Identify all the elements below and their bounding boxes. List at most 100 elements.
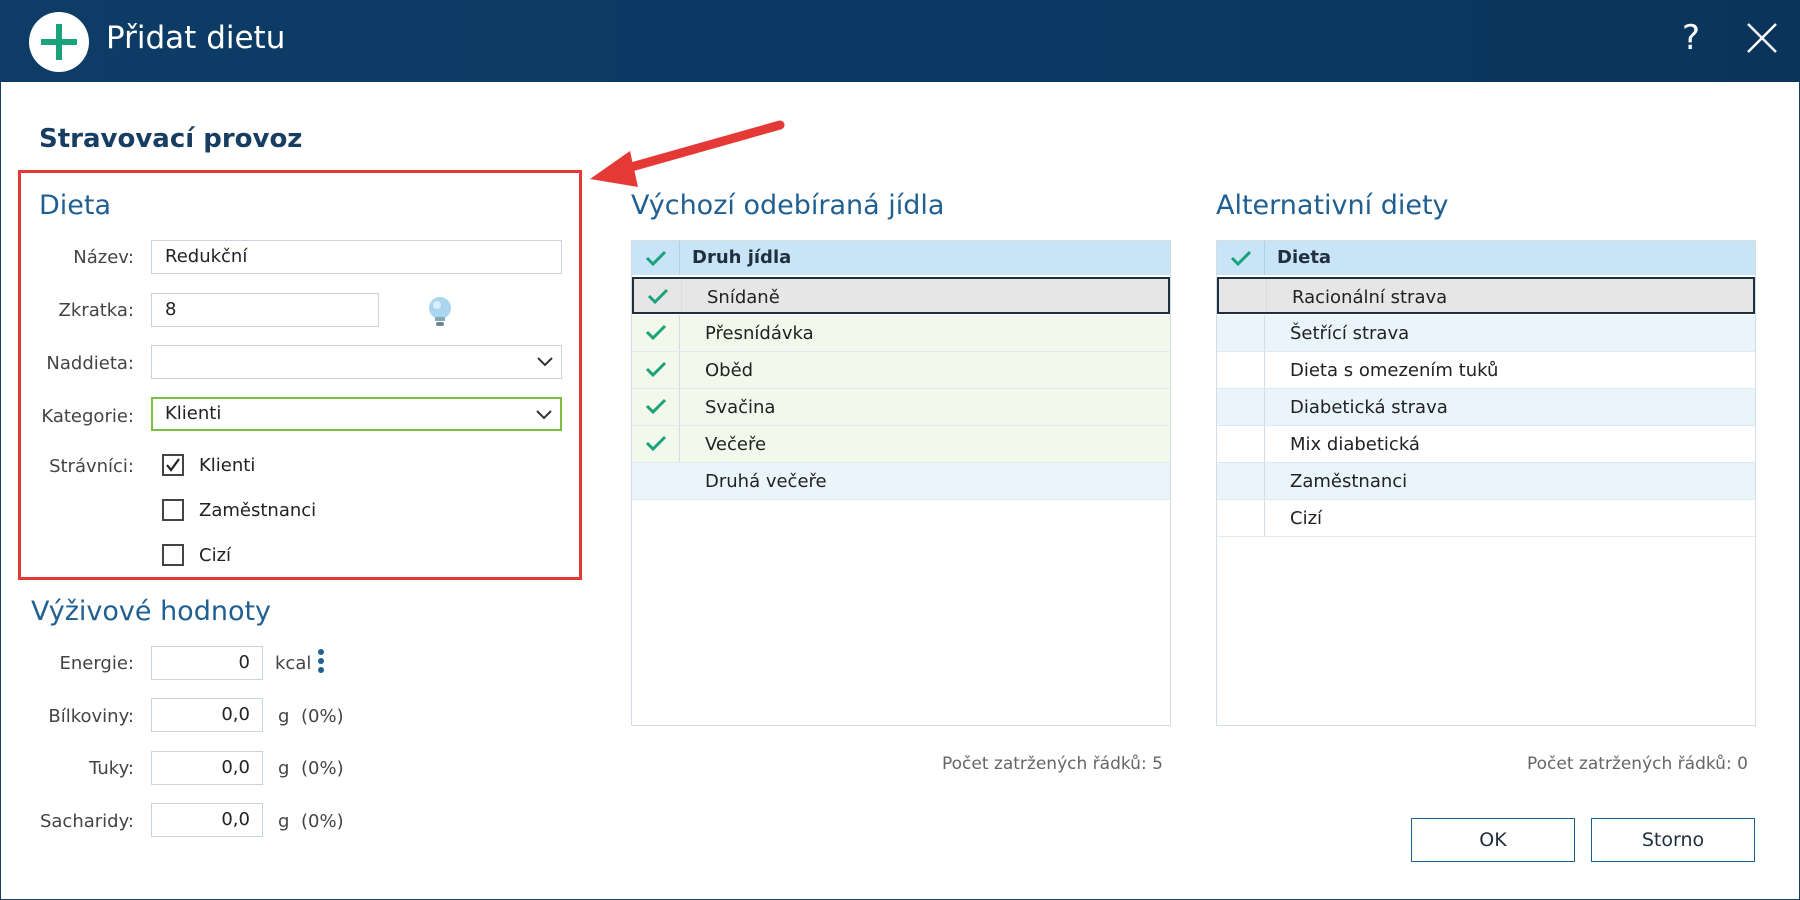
check-icon [645, 398, 667, 414]
checkbox-klienti[interactable] [162, 454, 184, 476]
alt-diets-count: Počet zatržených řádků: 0 [1527, 754, 1748, 774]
meal-row[interactable]: Večeře [632, 426, 1170, 463]
dieta-heading: Dieta [39, 190, 112, 221]
kategorie-select[interactable]: Klienti [151, 397, 562, 431]
bilkoviny-unit: g [278, 706, 290, 727]
meals-column-header: Druh jídla [692, 247, 792, 268]
bilkoviny-pct: (0%) [301, 706, 344, 727]
row-check-cell[interactable] [1217, 389, 1265, 425]
naddieta-label: Naddieta: [46, 353, 134, 374]
alt-diet-label: Cizí [1290, 508, 1323, 529]
alt-diet-row[interactable]: Mix diabetická [1217, 426, 1755, 463]
alt-diet-label: Dieta s omezením tuků [1290, 360, 1499, 381]
meal-label: Oběd [705, 360, 754, 381]
alt-diets-grid-header: Dieta [1217, 241, 1755, 275]
close-button[interactable] [1742, 18, 1782, 58]
zkratka-input[interactable]: 8 [151, 293, 379, 327]
nazev-input[interactable]: Redukční [151, 240, 562, 274]
checkbox-label-klienti: Klienti [199, 455, 256, 476]
row-check-cell[interactable] [632, 352, 680, 388]
bilkoviny-input[interactable]: 0,0 [151, 698, 263, 732]
row-check-cell[interactable] [1217, 352, 1265, 388]
alt-diet-label: Zaměstnanci [1290, 471, 1408, 492]
nutrition-heading: Výživové hodnoty [31, 596, 272, 627]
alt-diets-grid: Dieta Racionální strava Šetřící strava D… [1216, 240, 1756, 726]
meal-label: Druhá večeře [705, 471, 827, 492]
kategorie-value: Klienti [165, 403, 222, 424]
alt-diet-label: Šetřící strava [1290, 323, 1410, 344]
checkbox-zamestnanci[interactable] [162, 499, 184, 521]
close-icon [1747, 23, 1777, 53]
lightbulb-icon[interactable] [426, 295, 454, 329]
check-icon [1230, 250, 1252, 266]
check-icon [645, 324, 667, 340]
row-check-cell[interactable] [632, 426, 680, 462]
nazev-label: Název: [73, 247, 134, 268]
zkratka-label: Zkratka: [58, 300, 134, 321]
alt-diet-label: Racionální strava [1292, 287, 1448, 308]
kategorie-label: Kategorie: [41, 406, 134, 427]
meals-count: Počet zatržených řádků: 5 [942, 754, 1163, 774]
row-check-cell[interactable] [1217, 426, 1265, 462]
alt-diet-label: Mix diabetická [1290, 434, 1420, 455]
checkbox-label-zamestnanci: Zaměstnanci [199, 500, 317, 521]
alt-diet-row[interactable]: Šetřící strava [1217, 315, 1755, 352]
header-check-cell[interactable] [632, 241, 680, 275]
window-title: Přidat dietu [106, 20, 286, 56]
tuky-label: Tuky: [89, 758, 134, 779]
meals-grid-header: Druh jídla [632, 241, 1170, 275]
check-icon [645, 435, 667, 451]
alt-diet-row[interactable]: Zaměstnanci [1217, 463, 1755, 500]
meal-label: Snídaně [707, 287, 780, 308]
meals-heading: Výchozí odebíraná jídla [631, 190, 945, 221]
row-check-cell[interactable] [632, 389, 680, 425]
meal-row[interactable]: Snídaně [632, 277, 1170, 314]
alt-diet-row[interactable]: Dieta s omezením tuků [1217, 352, 1755, 389]
chevron-down-icon [536, 410, 552, 420]
add-icon [29, 12, 89, 72]
sacharidy-pct: (0%) [301, 811, 344, 832]
more-options-icon[interactable] [317, 649, 325, 677]
row-check-cell[interactable] [1217, 315, 1265, 351]
row-check-cell[interactable] [1219, 279, 1267, 312]
alt-diet-row[interactable]: Diabetická strava [1217, 389, 1755, 426]
header-check-cell[interactable] [1217, 241, 1265, 275]
naddieta-select[interactable] [151, 345, 562, 379]
checkbox-label-cizi: Cizí [199, 545, 232, 566]
stravnici-label: Strávníci: [49, 456, 134, 477]
check-icon [645, 250, 667, 266]
sacharidy-input[interactable]: 0,0 [151, 803, 263, 837]
sacharidy-unit: g [278, 811, 290, 832]
row-check-cell[interactable] [1217, 463, 1265, 499]
bilkoviny-label: Bílkoviny: [48, 706, 134, 727]
alt-diets-column-header: Dieta [1277, 247, 1332, 268]
energie-input[interactable]: 0 [151, 646, 263, 680]
energie-label: Energie: [59, 653, 134, 674]
meals-grid: Druh jídla Snídaně Přesnídávka Oběd Svač… [631, 240, 1171, 726]
meal-row[interactable]: Oběd [632, 352, 1170, 389]
checkbox-cizi[interactable] [162, 544, 184, 566]
row-check-cell[interactable] [1217, 500, 1265, 536]
cancel-button[interactable]: Storno [1591, 818, 1755, 862]
chevron-down-icon [537, 357, 553, 367]
ok-button[interactable]: OK [1411, 818, 1575, 862]
checkmark-icon [166, 458, 180, 472]
section-title: Stravovací provoz [39, 124, 303, 154]
help-button[interactable]: ? [1676, 16, 1706, 60]
annotation-arrow [590, 120, 785, 187]
check-icon [645, 361, 667, 377]
alt-diets-heading: Alternativní diety [1216, 190, 1449, 221]
tuky-unit: g [278, 758, 290, 779]
tuky-input[interactable]: 0,0 [151, 751, 263, 785]
alt-diet-row[interactable]: Cizí [1217, 500, 1755, 537]
row-check-cell[interactable] [632, 315, 680, 351]
check-icon [647, 288, 669, 304]
tuky-pct: (0%) [301, 758, 344, 779]
alt-diet-row[interactable]: Racionální strava [1217, 277, 1755, 314]
meal-row[interactable]: Svačina [632, 389, 1170, 426]
row-check-cell[interactable] [632, 463, 680, 499]
meal-row[interactable]: Přesnídávka [632, 315, 1170, 352]
meal-label: Přesnídávka [705, 323, 814, 344]
meal-row[interactable]: Druhá večeře [632, 463, 1170, 500]
row-check-cell[interactable] [634, 279, 682, 312]
